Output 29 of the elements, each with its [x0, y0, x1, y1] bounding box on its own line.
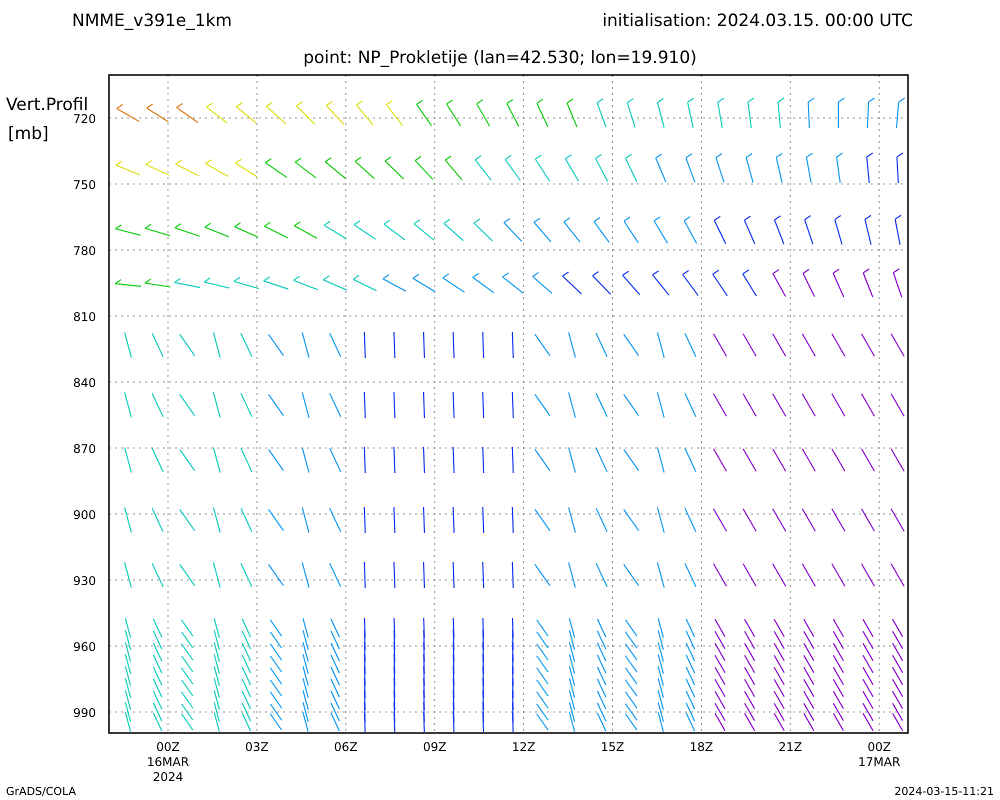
- y-tick-label: 870: [73, 442, 96, 456]
- x-tick-label: 21Z: [778, 740, 802, 754]
- initialisation-time: initialisation: 2024.03.15. 00:00 UTC: [602, 11, 913, 31]
- y-tick-label: 960: [73, 640, 96, 654]
- x-tick-label: 12Z: [512, 740, 536, 754]
- x-tick-label: 09Z: [422, 740, 446, 754]
- y-tick-label: 780: [73, 244, 96, 258]
- y-tick-label: 840: [73, 376, 96, 390]
- x-tick-label: 15Z: [600, 740, 624, 754]
- model-name: NMME_v391e_1km: [72, 11, 232, 31]
- y-tick-label: 720: [73, 112, 96, 126]
- footer-credit: GrADS/COLA: [6, 785, 76, 798]
- plot-title: point: NP_Prokletije (lan=42.530; lon=19.910): [303, 48, 697, 68]
- x-tick-label: 06Z: [334, 740, 358, 754]
- y-tick-label: 990: [73, 706, 96, 720]
- y-tick-label: 900: [73, 508, 96, 522]
- y-tick-label: 930: [73, 574, 96, 588]
- footer-timestamp: 2024-03-15-11:21: [894, 785, 994, 798]
- y-tick-label: 750: [73, 178, 96, 192]
- x-tick-date: 16MAR: [146, 755, 190, 769]
- x-tick-label: 00Z: [867, 740, 891, 754]
- x-tick-date: 17MAR: [858, 755, 900, 769]
- y-axis-label: Vert.Profil: [6, 95, 88, 115]
- x-tick-label: 00Z: [156, 740, 180, 754]
- x-tick-year: 2024: [152, 770, 184, 784]
- x-tick-label: 18Z: [690, 740, 714, 754]
- x-tick-label: 03Z: [245, 740, 269, 754]
- y-axis-unit: [mb]: [8, 124, 49, 144]
- y-tick-label: 810: [73, 310, 96, 324]
